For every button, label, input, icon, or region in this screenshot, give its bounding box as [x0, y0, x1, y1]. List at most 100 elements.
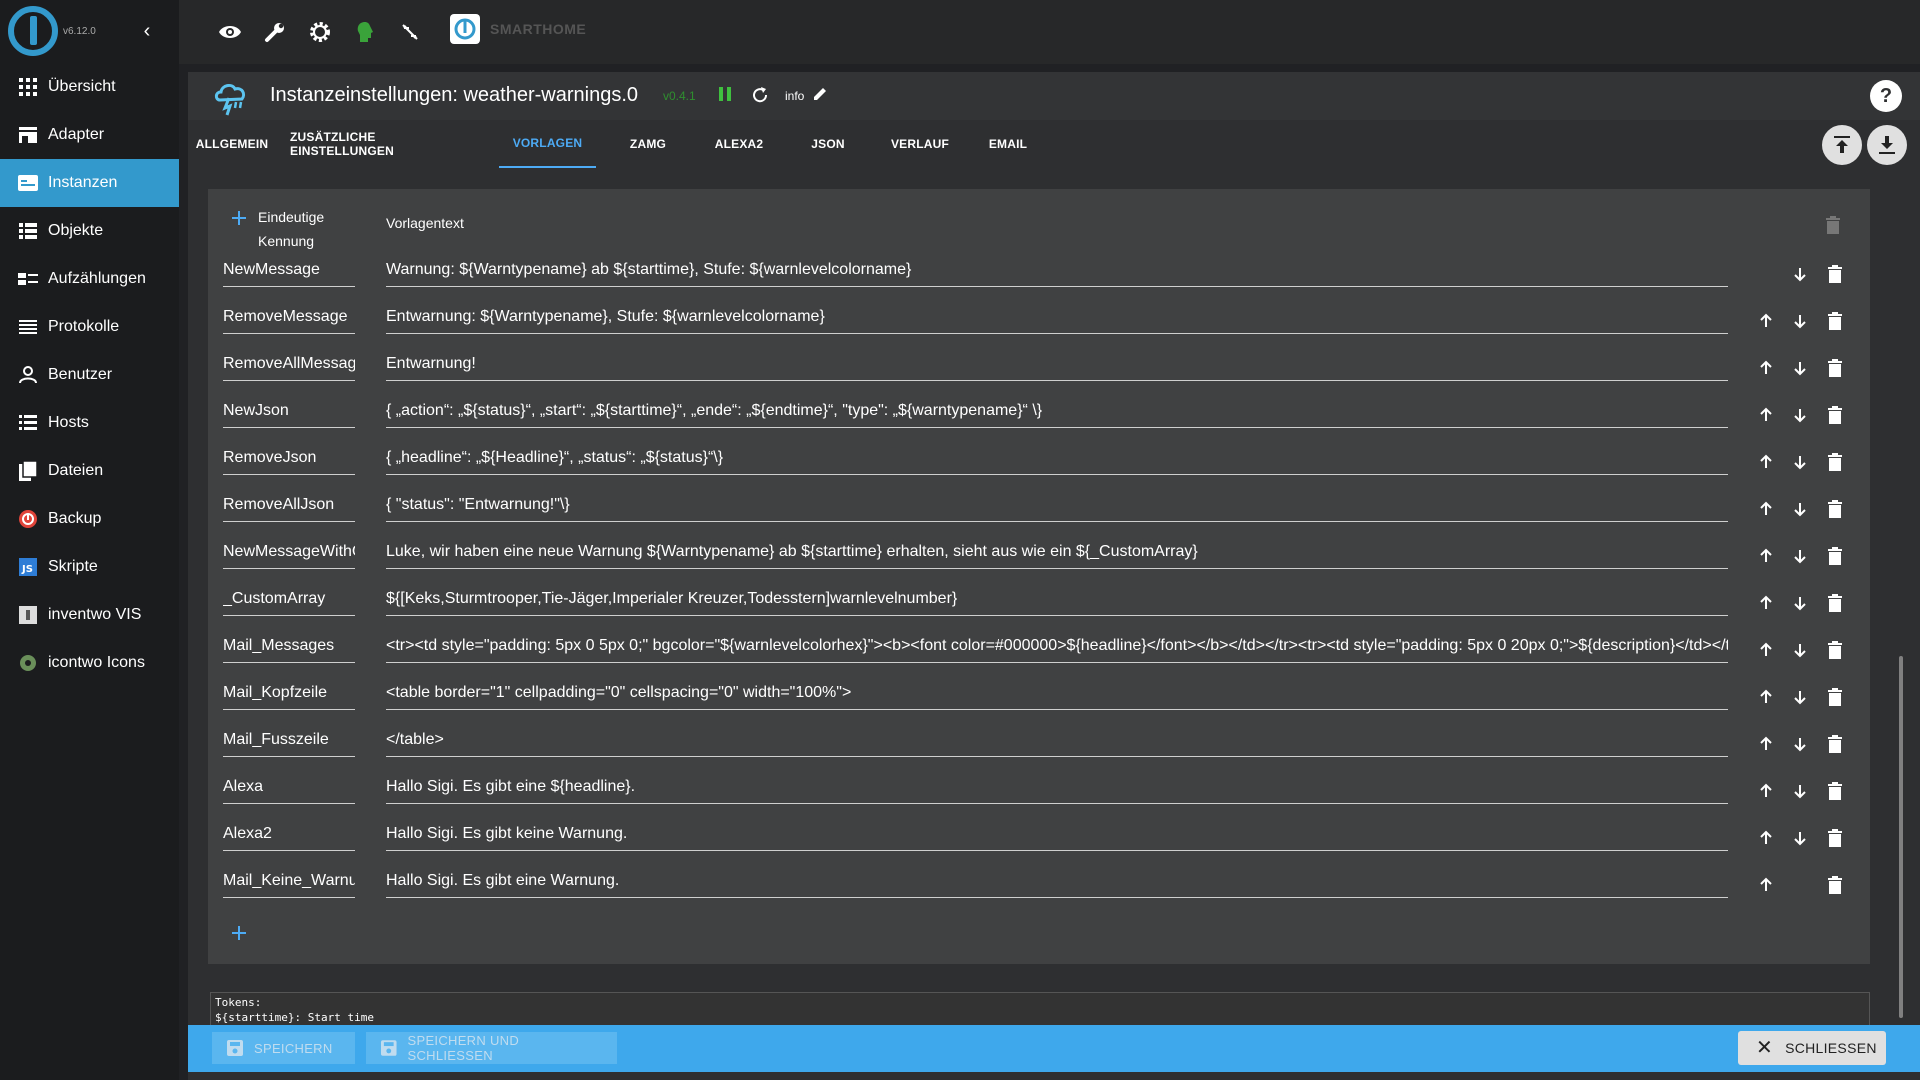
collapse-sidebar-button[interactable]: ‹: [138, 19, 156, 43]
move-up-button[interactable]: [1754, 497, 1778, 521]
row-key-field[interactable]: NewMessage: [223, 257, 355, 287]
move-down-button[interactable]: [1788, 638, 1812, 662]
tab-vorlagen[interactable]: VORLAGEN: [499, 120, 596, 168]
row-text-field[interactable]: <tr><td style="padding: 5px 0 5px 0;" bg…: [386, 633, 1728, 663]
eye-icon[interactable]: [216, 18, 244, 46]
move-down-button[interactable]: [1788, 450, 1812, 474]
download-config-button[interactable]: [1867, 125, 1907, 165]
sidebar-item-protokolle[interactable]: Protokolle: [0, 303, 179, 351]
tab-zamg[interactable]: ZAMG: [618, 120, 678, 168]
row-text-field[interactable]: Hallo Sigi. Es gibt keine Warnung.: [386, 821, 1728, 851]
sidebar-item-adapter[interactable]: Adapter: [0, 111, 179, 159]
delete-row-button[interactable]: [1823, 262, 1847, 286]
delete-row-button[interactable]: [1823, 309, 1847, 333]
move-up-button[interactable]: [1754, 779, 1778, 803]
move-up-button[interactable]: [1754, 685, 1778, 709]
row-text-field[interactable]: { "status": "Entwarnung!"\}: [386, 492, 1728, 522]
row-key-field[interactable]: RemoveAllJson: [223, 492, 355, 522]
row-key-field[interactable]: NewJson: [223, 398, 355, 428]
row-key-field[interactable]: Alexa2: [223, 821, 355, 851]
sidebar-item-dateien[interactable]: Dateien: [0, 447, 179, 495]
row-key-field[interactable]: NewMessageWithCustomArray: [223, 539, 355, 569]
row-text-field[interactable]: Warnung: ${Warntypename} ab ${starttime}…: [386, 257, 1728, 287]
move-up-button[interactable]: [1754, 450, 1778, 474]
move-down-button[interactable]: [1788, 826, 1812, 850]
sidebar-item-skripte[interactable]: JS Skripte: [0, 543, 179, 591]
move-up-button[interactable]: [1754, 591, 1778, 615]
pause-icon[interactable]: [718, 86, 736, 106]
move-up-button[interactable]: [1754, 638, 1778, 662]
row-key-field[interactable]: RemoveAllMessage: [223, 351, 355, 381]
sidebar-item-hosts[interactable]: Hosts: [0, 399, 179, 447]
row-text-field[interactable]: Hallo Sigi. Es gibt eine Warnung.: [386, 868, 1728, 898]
row-text-field[interactable]: </table>: [386, 727, 1728, 757]
move-up-button[interactable]: [1754, 356, 1778, 380]
row-key-field[interactable]: Mail_Messages: [223, 633, 355, 663]
wrench-icon[interactable]: [261, 18, 289, 46]
scrollbar-thumb[interactable]: [1899, 656, 1903, 1018]
move-down-button[interactable]: [1788, 403, 1812, 427]
move-down-button[interactable]: [1788, 262, 1812, 286]
delete-row-button[interactable]: [1823, 732, 1847, 756]
sidebar-item-benutzer[interactable]: Benutzer: [0, 351, 179, 399]
row-key-field[interactable]: RemoveJson: [223, 445, 355, 475]
row-key-field[interactable]: Mail_Kopfzeile: [223, 680, 355, 710]
delete-row-button[interactable]: [1823, 638, 1847, 662]
save-button[interactable]: SPEICHERN: [212, 1032, 355, 1064]
row-key-field[interactable]: Mail_Keine_Warnung: [223, 868, 355, 898]
add-row-button[interactable]: [230, 209, 248, 227]
row-key-field[interactable]: Mail_Fusszeile: [223, 727, 355, 757]
move-down-button[interactable]: [1788, 732, 1812, 756]
move-up-button[interactable]: [1754, 544, 1778, 568]
move-down-button[interactable]: [1788, 309, 1812, 333]
row-key-field[interactable]: Alexa: [223, 774, 355, 804]
sync-off-icon[interactable]: [396, 18, 424, 46]
save-and-close-button[interactable]: SPEICHERN UND SCHLIESSEN: [366, 1032, 617, 1064]
row-text-field[interactable]: Entwarnung: ${Warntypename}, Stufe: ${wa…: [386, 304, 1728, 334]
delete-row-button[interactable]: [1823, 826, 1847, 850]
move-down-button[interactable]: [1788, 497, 1812, 521]
delete-row-button[interactable]: [1823, 873, 1847, 897]
delete-row-button[interactable]: [1823, 450, 1847, 474]
move-down-button[interactable]: [1788, 779, 1812, 803]
help-button[interactable]: ?: [1870, 80, 1902, 112]
delete-row-button[interactable]: [1823, 591, 1847, 615]
move-up-button[interactable]: [1754, 732, 1778, 756]
expert-mode-icon[interactable]: [351, 18, 379, 46]
gear-icon[interactable]: [306, 18, 334, 46]
iobroker-logo[interactable]: [8, 6, 58, 56]
add-row-bottom-button[interactable]: [230, 924, 250, 944]
sidebar-item-backup[interactable]: Backup: [0, 495, 179, 543]
delete-row-button[interactable]: [1823, 779, 1847, 803]
close-button[interactable]: ✕ SCHLIESSEN: [1738, 1031, 1886, 1065]
edit-icon[interactable]: [812, 86, 830, 104]
sidebar-item-instanzen[interactable]: Instanzen: [0, 159, 179, 207]
row-text-field[interactable]: Luke, wir haben eine neue Warnung ${Warn…: [386, 539, 1728, 569]
sidebar-item-uebersicht[interactable]: Übersicht: [0, 63, 179, 111]
tab-verlauf[interactable]: VERLAUF: [880, 120, 960, 168]
row-text-field[interactable]: <table border="1" cellpadding="0" cellsp…: [386, 680, 1728, 710]
sidebar-item-icontwo-icons[interactable]: icontwo Icons: [0, 639, 179, 687]
move-down-button[interactable]: [1788, 685, 1812, 709]
row-text-field[interactable]: Entwarnung!: [386, 351, 1728, 381]
tab-email[interactable]: EMAIL: [976, 120, 1040, 168]
tab-zusaetzliche-einstellungen[interactable]: ZUSÄTZLICHE EINSTELLUNGEN: [290, 120, 476, 168]
move-up-button[interactable]: [1754, 403, 1778, 427]
move-down-button[interactable]: [1788, 591, 1812, 615]
sidebar-item-objekte[interactable]: Objekte: [0, 207, 179, 255]
tab-alexa2[interactable]: ALEXA2: [704, 120, 774, 168]
move-up-button[interactable]: [1754, 826, 1778, 850]
row-text-field[interactable]: ${[Keks,Sturmtrooper,Tie-Jäger,Imperiale…: [386, 586, 1728, 616]
delete-row-button[interactable]: [1823, 544, 1847, 568]
sidebar-item-aufzaehlungen[interactable]: Aufzählungen: [0, 255, 179, 303]
move-up-button[interactable]: [1754, 873, 1778, 897]
delete-row-button[interactable]: [1823, 685, 1847, 709]
move-down-button[interactable]: [1788, 356, 1812, 380]
row-text-field[interactable]: { „headline“: „${Headline}“, „status“: „…: [386, 445, 1728, 475]
delete-row-button[interactable]: [1823, 403, 1847, 427]
row-text-field[interactable]: { „action“: „${status}“, „start“: „${sta…: [386, 398, 1728, 428]
row-key-field[interactable]: _CustomArray: [223, 586, 355, 616]
sidebar-item-inventwo-vis[interactable]: inventwo VIS: [0, 591, 179, 639]
tab-allgemein[interactable]: ALLGEMEIN: [196, 120, 268, 168]
move-down-button[interactable]: [1788, 544, 1812, 568]
